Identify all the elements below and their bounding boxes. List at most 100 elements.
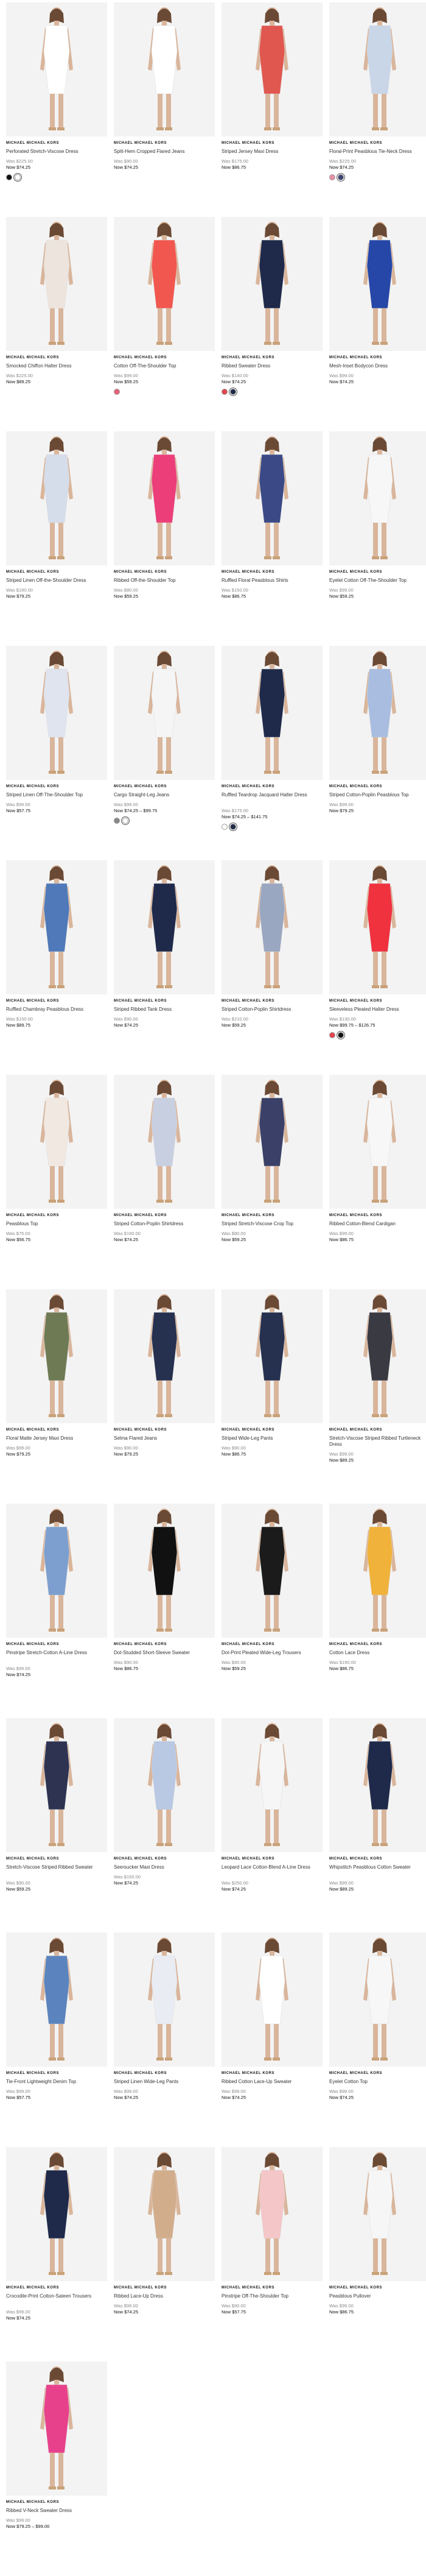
product-card[interactable]: MICHAEL MICHAEL KORS Striped Ribbed Tank … xyxy=(114,860,215,1075)
product-image[interactable] xyxy=(6,217,107,351)
color-swatch[interactable] xyxy=(230,824,236,830)
product-image[interactable] xyxy=(329,217,426,351)
product-name[interactable]: Striped Cotton-Poplin Shirtdress xyxy=(222,1007,323,1013)
product-card[interactable]: MICHAEL MICHAEL KORS Ribbed Off-the-Shoul… xyxy=(114,431,215,646)
product-image[interactable] xyxy=(114,431,215,565)
product-name[interactable]: Cargo Straight-Leg Jeans xyxy=(114,792,215,798)
product-name[interactable]: Selma Flared Jeans xyxy=(114,1435,215,1442)
product-name[interactable]: Striped Linen Wide-Leg Pants xyxy=(114,2079,215,2085)
product-card[interactable]: MICHAEL MICHAEL KORS Striped Linen Wide-L… xyxy=(114,1933,215,2147)
product-image[interactable] xyxy=(222,860,323,994)
product-image[interactable] xyxy=(6,2,107,136)
product-name[interactable]: Eyelet Cotton Off-The-Shoulder Top xyxy=(329,578,426,584)
color-swatch[interactable] xyxy=(114,818,120,824)
product-card[interactable]: MICHAEL MICHAEL KORS Eyelet Cotton Off-Th… xyxy=(329,431,426,646)
product-name[interactable]: Seersucker Maxi Dress xyxy=(114,1864,215,1870)
color-swatch[interactable] xyxy=(230,389,236,395)
product-card[interactable]: MICHAEL MICHAEL KORS Whipstitch Peasblous… xyxy=(329,1718,426,1933)
product-name[interactable]: Striped Ribbed Tank Dress xyxy=(114,1007,215,1013)
product-card[interactable]: MICHAEL MICHAEL KORS Mesh-Inset Bodycon D… xyxy=(329,217,426,431)
product-name[interactable]: Ribbed V-Neck Sweater Dress xyxy=(6,2508,107,2514)
product-image[interactable] xyxy=(222,1075,323,1209)
product-card[interactable]: MICHAEL MICHAEL KORS Ribbed Sweater Dress… xyxy=(222,217,323,431)
color-swatch[interactable] xyxy=(6,174,12,180)
product-name[interactable]: Striped Stretch-Viscose Crop Top xyxy=(222,1221,323,1227)
product-name[interactable]: Ruffled Floral Peasblous Shirts xyxy=(222,578,323,584)
product-name[interactable]: Whipstitch Peasblous Cotton Sweater xyxy=(329,1864,426,1877)
product-image[interactable] xyxy=(222,1718,323,1852)
product-card[interactable]: MICHAEL MICHAEL KORS Cotton Off-The-Shoul… xyxy=(114,217,215,431)
product-card[interactable]: MICHAEL MICHAEL KORS Cotton Lace Dress Was… xyxy=(329,1504,426,1718)
color-swatch[interactable] xyxy=(338,1032,344,1038)
product-card[interactable]: MICHAEL MICHAEL KORS Crocodile-Print Cott… xyxy=(6,2147,107,2362)
product-image[interactable] xyxy=(222,1933,323,2067)
color-swatch[interactable] xyxy=(15,174,21,180)
product-name[interactable]: Dot-Studded Short-Sleeve Sweater xyxy=(114,1650,215,1656)
product-name[interactable]: Stretch-Viscose Striped Ribbed Turtlenec… xyxy=(329,1435,426,1448)
product-name[interactable]: Dot-Print Pleated Wide-Leg Trousers xyxy=(222,1650,323,1656)
product-card[interactable]: MICHAEL MICHAEL KORS Seersucker Maxi Dres… xyxy=(114,1718,215,1933)
product-image[interactable] xyxy=(114,1504,215,1638)
product-name[interactable]: Leopard Lace Cotton-Blend A-Line Dress xyxy=(222,1864,323,1877)
product-card[interactable]: MICHAEL MICHAEL KORS Stretch-Viscose Stri… xyxy=(6,1718,107,1933)
product-name[interactable]: Striped Jersey Maxi Dress xyxy=(222,149,323,155)
product-image[interactable] xyxy=(114,217,215,351)
product-name[interactable]: Ribbed Off-the-Shoulder Top xyxy=(114,578,215,584)
product-card[interactable]: MICHAEL MICHAEL KORS Striped Cotton-Popli… xyxy=(114,1075,215,1289)
product-image[interactable] xyxy=(114,1075,215,1209)
product-name[interactable]: Cotton Off-The-Shoulder Top xyxy=(114,363,215,369)
product-image[interactable] xyxy=(329,431,426,565)
color-swatch[interactable] xyxy=(338,174,344,180)
product-image[interactable] xyxy=(114,2,215,136)
color-swatch[interactable] xyxy=(329,174,335,180)
product-name[interactable]: Pinstripe Stretch-Cotton A-Line Dress xyxy=(6,1650,107,1662)
product-card[interactable]: MICHAEL MICHAEL KORS Smocked Chiffon Halt… xyxy=(6,217,107,431)
product-name[interactable]: Striped Linen Off-the-Shoulder Dress xyxy=(6,578,107,584)
product-name[interactable]: Floral Matte Jersey Maxi Dress xyxy=(6,1435,107,1442)
product-image[interactable] xyxy=(114,860,215,994)
product-card[interactable]: MICHAEL MICHAEL KORS Tie-Front Lightweigh… xyxy=(6,1933,107,2147)
product-name[interactable]: Mesh-Inset Bodycon Dress xyxy=(329,363,426,369)
product-image[interactable] xyxy=(6,431,107,565)
product-card[interactable]: MICHAEL MICHAEL KORS Striped Linen Off-Th… xyxy=(6,646,107,860)
product-card[interactable]: MICHAEL MICHAEL KORS Ribbed Cotton Lace-U… xyxy=(222,1933,323,2147)
product-card[interactable]: MICHAEL MICHAEL KORS Peasblous Top Was $75… xyxy=(6,1075,107,1289)
product-image[interactable] xyxy=(329,646,426,780)
product-image[interactable] xyxy=(222,1289,323,1423)
product-card[interactable]: MICHAEL MICHAEL KORS Ruffled Floral Peasb… xyxy=(222,431,323,646)
product-card[interactable]: MICHAEL MICHAEL KORS Striped Cotton-Popli… xyxy=(329,646,426,860)
product-image[interactable] xyxy=(329,1933,426,2067)
product-name[interactable]: Ribbed Cotton-Blend Cardigan xyxy=(329,1221,426,1227)
product-name[interactable]: Tie-Front Lightweight Denim Top xyxy=(6,2079,107,2085)
product-image[interactable] xyxy=(6,1075,107,1209)
product-card[interactable]: MICHAEL MICHAEL KORS Floral-Print Peasblo… xyxy=(329,2,426,217)
product-image[interactable] xyxy=(222,217,323,351)
product-name[interactable]: Cotton Lace Dress xyxy=(329,1650,426,1656)
product-image[interactable] xyxy=(114,1933,215,2067)
product-card[interactable]: MICHAEL MICHAEL KORS Leopard Lace Cotton-… xyxy=(222,1718,323,1933)
product-name[interactable]: Ruffled Teardrop Jacquard Halter Dress xyxy=(222,792,323,804)
product-image[interactable] xyxy=(6,1718,107,1852)
product-image[interactable] xyxy=(329,2147,426,2281)
product-image[interactable] xyxy=(329,2,426,136)
product-card[interactable]: MICHAEL MICHAEL KORS Striped Linen Off-th… xyxy=(6,431,107,646)
product-card[interactable]: MICHAEL MICHAEL KORS Floral Matte Jersey … xyxy=(6,1289,107,1504)
product-image[interactable] xyxy=(6,860,107,994)
product-name[interactable]: Pinstripe Off-The-Shoulder Top xyxy=(222,2293,323,2299)
product-name[interactable]: Smocked Chiffon Halter Dress xyxy=(6,363,107,369)
product-name[interactable]: Peasblous Top xyxy=(6,1221,107,1227)
product-image[interactable] xyxy=(329,1075,426,1209)
product-image[interactable] xyxy=(6,2147,107,2281)
product-name[interactable]: Striped Cotton-Poplin Shirtdress xyxy=(114,1221,215,1227)
product-image[interactable] xyxy=(329,860,426,994)
product-name[interactable]: Perforated Stretch-Viscose Dress xyxy=(6,149,107,155)
product-image[interactable] xyxy=(222,2147,323,2281)
product-card[interactable]: MICHAEL MICHAEL KORS Ruffled Chambray Pea… xyxy=(6,860,107,1075)
product-name[interactable]: Eyelet Cotton Top xyxy=(329,2079,426,2085)
color-swatch[interactable] xyxy=(329,1032,335,1038)
product-card[interactable]: MICHAEL MICHAEL KORS Ribbed V-Neck Sweate… xyxy=(6,2362,107,2576)
product-card[interactable]: MICHAEL MICHAEL KORS Ribbed Cotton-Blend … xyxy=(329,1075,426,1289)
product-name[interactable]: Striped Cotton-Poplin Peasblous Top xyxy=(329,792,426,798)
product-name[interactable]: Sleeveless Pleated Halter Dress xyxy=(329,1007,426,1013)
product-card[interactable]: MICHAEL MICHAEL KORS Striped Jersey Maxi … xyxy=(222,2,323,217)
